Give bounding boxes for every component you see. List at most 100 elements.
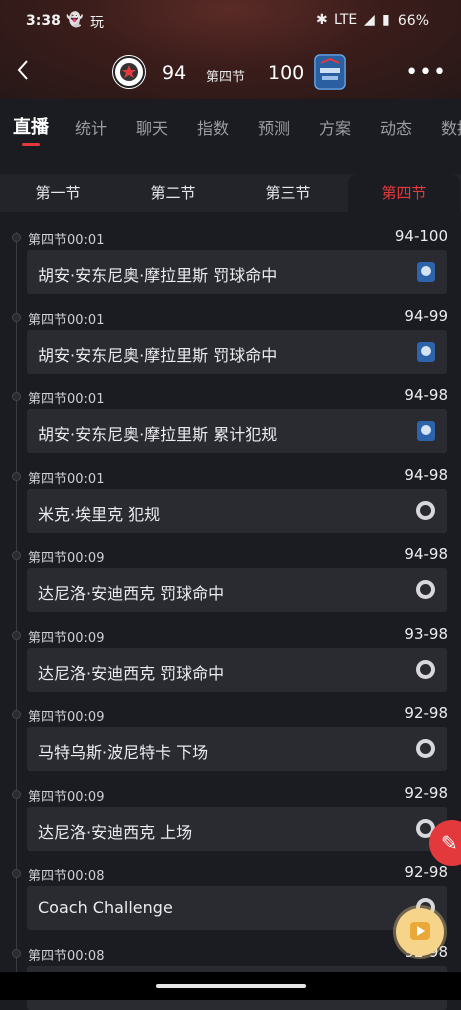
active-tab-indicator — [22, 143, 40, 146]
timeline-dot — [12, 789, 21, 799]
chevron-left-icon — [17, 60, 28, 80]
event-item: 第四节00:01 94-98 米克·埃里克 犯规 — [0, 451, 461, 533]
event-description: 米克·埃里克 犯规 — [38, 504, 161, 524]
event-time: 第四节00:09 — [28, 789, 105, 805]
timeline-dot — [12, 312, 21, 322]
event-card[interactable]: 胡安·安东尼奥·摩拉里斯 累计犯规 — [27, 409, 447, 453]
tab-index[interactable]: 指数 — [197, 115, 229, 139]
timeline-dot — [12, 551, 21, 560]
away-team-icon — [417, 262, 435, 282]
event-time: 第四节00:08 — [28, 948, 105, 964]
more-dots-icon: ••• — [405, 60, 447, 85]
away-score: 100 — [268, 62, 305, 84]
event-score: 94-98 — [404, 545, 448, 563]
event-item: 第四节00:01 94-98 胡安·安东尼奥·摩拉里斯 累计犯规 — [0, 371, 461, 453]
team-icon-inner — [421, 266, 431, 276]
away-team-icon — [417, 421, 435, 441]
team-icon-inner — [420, 504, 431, 516]
timeline-dot — [12, 233, 21, 242]
event-description: 达尼洛·安迪西克 上场 — [38, 822, 193, 842]
match-topbar: 94 第四节 100 ••• — [0, 51, 461, 97]
team-icon-inner — [420, 584, 431, 595]
event-card[interactable]: 胡安·安东尼奥·摩拉里斯 罚球命中 — [27, 250, 447, 294]
event-card[interactable]: 胡安·安东尼奥·摩拉里斯 罚球命中 — [27, 329, 447, 374]
home-team-icon — [416, 580, 435, 599]
snapchat-icon: 👻 — [66, 12, 84, 28]
network-label: LTE — [334, 12, 358, 28]
event-score: 94-100 — [394, 227, 448, 245]
event-card[interactable]: Coach Challenge — [27, 886, 447, 930]
home-team-icon — [416, 659, 435, 679]
home-gesture-handle[interactable] — [156, 984, 306, 988]
tab-plan[interactable]: 方案 — [319, 115, 351, 139]
timeline-dot — [12, 630, 21, 640]
tab-news[interactable]: 动态 — [380, 115, 412, 139]
event-card[interactable]: 马特乌斯·波尼特卡 下场 — [27, 727, 447, 771]
tab-chat[interactable]: 聊天 — [136, 115, 168, 139]
play-by-play-list: 第四节00:01 94-100 胡安·安东尼奥·摩拉里斯 罚球命中第四节00:01 9… — [0, 212, 461, 1010]
home-team-crest-icon — [113, 56, 145, 88]
event-card[interactable]: 达尼洛·安迪西克 上场 — [27, 806, 447, 851]
event-card[interactable]: 达尼洛·安迪西克 罚球命中 — [27, 647, 447, 692]
event-description: 胡安·安东尼奥·摩拉里斯 罚球命中 — [38, 266, 278, 285]
event-item: 第四节00:09 93-98 达尼洛·安迪西克 罚球命中 — [0, 610, 461, 692]
tab-data[interactable]: 数据 — [441, 115, 461, 139]
away-team-crest-icon — [314, 54, 346, 90]
event-item: 第四节00:09 92-98 达尼洛·安迪西克 上场 — [0, 769, 461, 851]
tab-live[interactable]: 直播 — [13, 113, 49, 139]
event-item: 第四节00:09 92-98 马特乌斯·波尼特卡 下场 — [0, 689, 461, 771]
home-score: 94 — [162, 62, 187, 84]
event-description: 胡安·安东尼奥·摩拉里斯 罚球命中 — [38, 345, 278, 365]
event-time: 第四节00:09 — [28, 551, 105, 566]
event-time: 第四节00:01 — [28, 471, 105, 487]
match-header: 3:38 👻 玩 ✱ LTE ◢ ▮ 66% 94 第四节 100 ••• — [0, 0, 461, 99]
event-score: 94-98 — [404, 386, 448, 404]
event-time: 第四节00:01 — [28, 392, 105, 407]
event-score: 92-98 — [404, 704, 448, 722]
team-icon-inner — [420, 743, 431, 754]
app-icon: 玩 — [90, 15, 104, 31]
away-team-logo[interactable] — [314, 54, 346, 90]
event-time: 第四节00:08 — [28, 869, 105, 884]
team-icon-inner — [420, 822, 431, 834]
event-item: 第四节00:01 94-99 胡安·安东尼奥·摩拉里斯 罚球命中 — [0, 292, 461, 374]
timeline-dot — [12, 710, 21, 719]
event-score: 94-99 — [404, 306, 448, 325]
event-description: 达尼洛·安迪西克 罚球命中 — [38, 663, 225, 683]
tab-prediction[interactable]: 预测 — [258, 115, 290, 139]
event-card[interactable]: 米克·埃里克 犯规 — [27, 488, 447, 533]
event-card[interactable]: 达尼洛·安迪西克 罚球命中 — [27, 568, 447, 612]
event-item: 第四节00:09 94-98 达尼洛·安迪西克 罚球命中 — [0, 530, 461, 612]
status-bar: 3:38 👻 玩 ✱ LTE ◢ ▮ 66% — [0, 0, 461, 44]
event-time: 第四节00:09 — [28, 710, 105, 725]
event-score: 94-98 — [404, 465, 448, 484]
timeline-dot — [12, 392, 21, 401]
status-time: 3:38 — [26, 13, 61, 29]
quarter-tab-3[interactable]: 第三节 — [232, 174, 344, 212]
timeline-dot — [12, 948, 21, 958]
away-team-icon — [417, 341, 435, 362]
home-team-icon — [416, 739, 435, 758]
event-score: 93-98 — [404, 624, 448, 643]
timeline-dot — [12, 869, 21, 878]
quarter-tab-1[interactable]: 第一节 — [2, 174, 114, 212]
period-label: 第四节 — [206, 70, 246, 85]
quarter-tab-2[interactable]: 第二节 — [117, 174, 229, 212]
system-nav-bar — [0, 972, 461, 1000]
event-score: 92-98 — [404, 863, 448, 881]
more-options-button[interactable]: ••• — [405, 60, 447, 85]
quarter-tab-4[interactable]: 第四节 — [348, 174, 460, 212]
video-button[interactable] — [396, 908, 444, 956]
battery-icon: ▮ — [382, 12, 390, 28]
event-time: 第四节00:09 — [28, 630, 105, 646]
event-score: 92-98 — [404, 783, 448, 802]
pencil-icon: ✎ — [441, 831, 458, 855]
main-tabs: 直播 统计 聊天 指数 预测 方案 动态 数据 — [0, 99, 461, 149]
event-item: 第四节00:01 94-100 胡安·安东尼奥·摩拉里斯 罚球命中 — [0, 212, 461, 294]
back-button[interactable] — [16, 59, 36, 85]
event-description: 达尼洛·安迪西克 罚球命中 — [38, 584, 225, 603]
event-description: Coach Challenge — [38, 898, 173, 917]
event-description: 马特乌斯·波尼特卡 下场 — [38, 743, 209, 762]
home-team-logo[interactable] — [112, 55, 146, 89]
tab-stats[interactable]: 统计 — [75, 115, 107, 139]
